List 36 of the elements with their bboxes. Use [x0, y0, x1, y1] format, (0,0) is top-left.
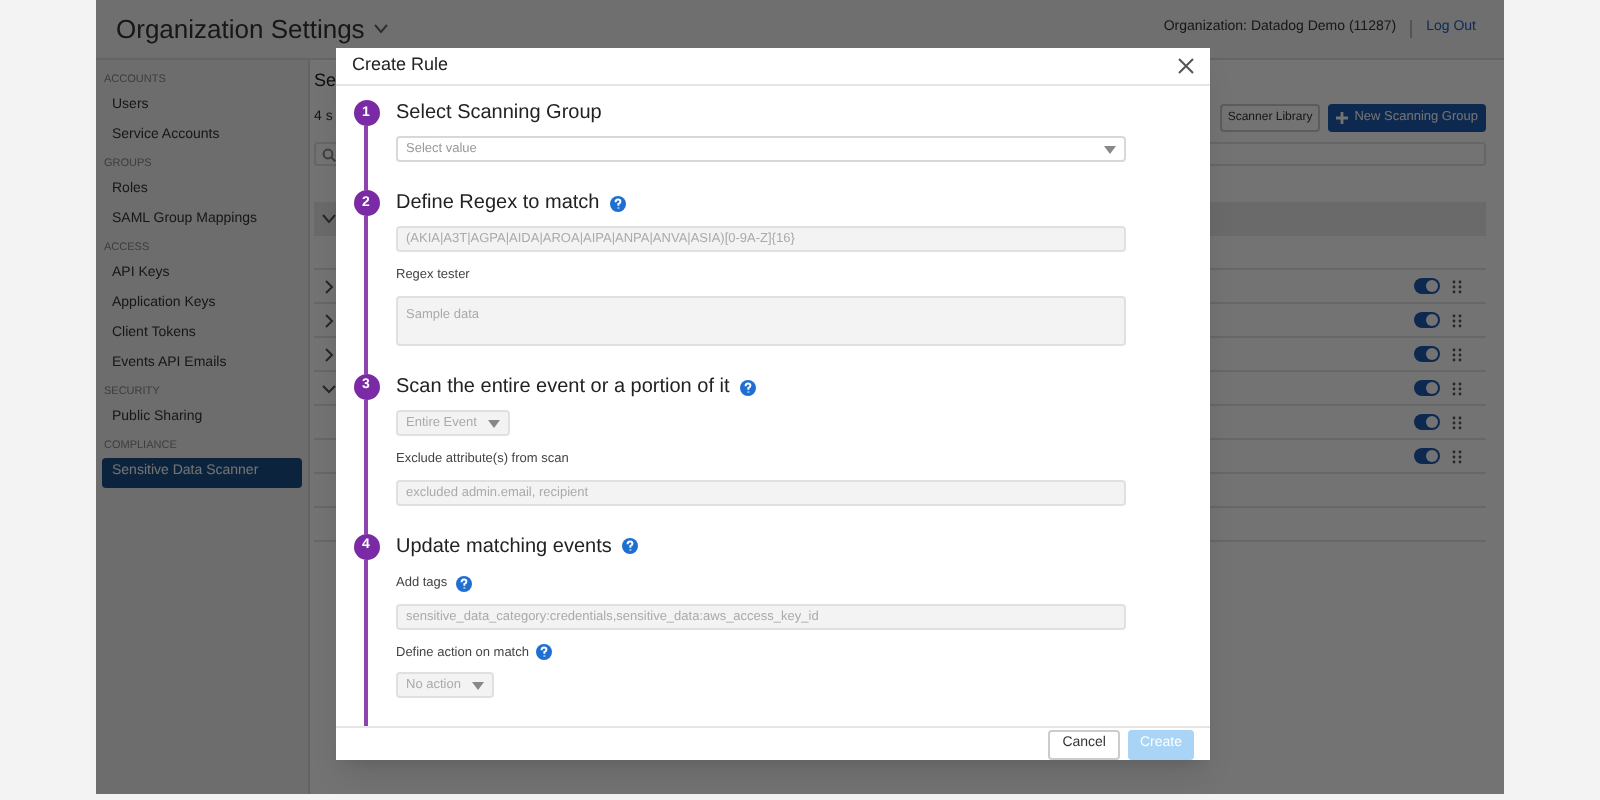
- toggle-switch[interactable]: [1414, 380, 1440, 396]
- drag-handle-icon[interactable]: [1452, 415, 1462, 429]
- drag-handle-icon[interactable]: [1452, 313, 1462, 327]
- toggle-switch[interactable]: [1414, 414, 1440, 430]
- page-title: Se: [314, 68, 337, 94]
- toggle-switch[interactable]: [1414, 312, 1440, 328]
- close-icon[interactable]: [1178, 58, 1194, 75]
- search-icon: [322, 147, 336, 161]
- help-icon: [739, 379, 756, 396]
- chevron-down-icon[interactable]: [322, 381, 336, 395]
- chevron-right-icon[interactable]: [322, 313, 336, 327]
- chevron-right-icon[interactable]: [322, 279, 336, 293]
- step-title: Scan the entire event or a portion of it: [396, 374, 730, 403]
- chevron-right-icon[interactable]: [322, 347, 336, 361]
- step-title: Select Scanning Group: [396, 100, 602, 129]
- drag-handle-icon[interactable]: [1452, 279, 1462, 293]
- caret-icon: [1104, 145, 1116, 154]
- caret-icon: [488, 419, 501, 428]
- page-heading[interactable]: Organization Settings: [116, 9, 365, 49]
- plus-icon: [1336, 112, 1349, 124]
- step-title: Update matching events: [396, 533, 612, 562]
- drag-handle-icon[interactable]: [1452, 449, 1462, 463]
- help-icon: [621, 538, 638, 555]
- toggle-switch[interactable]: [1414, 346, 1440, 362]
- dialog-title: Create Rule: [352, 52, 449, 79]
- chevron-down-icon: [374, 24, 389, 34]
- help-icon: [536, 644, 553, 661]
- chevron-down-icon: [322, 214, 336, 224]
- help-icon: [609, 195, 626, 212]
- help-icon: [455, 575, 472, 592]
- toggle-switch[interactable]: [1414, 278, 1440, 294]
- toggle-switch[interactable]: [1414, 448, 1440, 464]
- drag-handle-icon[interactable]: [1452, 381, 1462, 395]
- drag-handle-icon[interactable]: [1452, 347, 1462, 361]
- caret-icon: [472, 681, 485, 690]
- step-title: Define Regex to match: [396, 190, 600, 219]
